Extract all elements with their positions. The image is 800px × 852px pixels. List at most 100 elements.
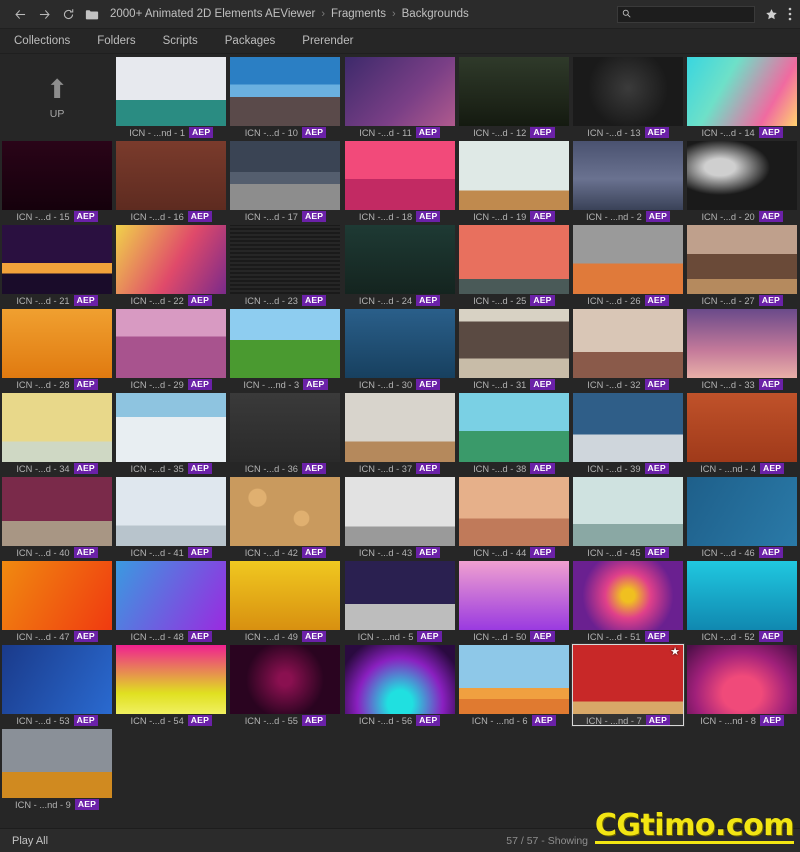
thumbnail-image[interactable]: [573, 225, 684, 294]
thumbnail-image[interactable]: [344, 645, 455, 714]
thumbnail-cell[interactable]: ICN - ...nd - 3 AEP: [228, 307, 342, 391]
thumbnail-cell[interactable]: ICN -...d - 39 AEP: [571, 391, 685, 475]
thumbnail-cell[interactable]: ICN - ...nd - 9 AEP: [0, 727, 114, 811]
thumbnail-image[interactable]: [2, 309, 113, 378]
thumbnail-image[interactable]: [2, 225, 113, 294]
thumbnail-cell[interactable]: ICN -...d - 46 AEP: [685, 475, 799, 559]
thumbnail-cell[interactable]: ICN -...d - 37 AEP: [343, 391, 457, 475]
thumbnail-cell[interactable]: ICN -...d - 26 AEP: [571, 223, 685, 307]
thumbnail-image[interactable]: [230, 477, 341, 546]
thumbnail-cell[interactable]: ICN -...d - 30 AEP: [343, 307, 457, 391]
thumbnail-image[interactable]: [344, 393, 455, 462]
thumbnail-image[interactable]: [230, 393, 341, 462]
thumbnail-cell[interactable]: ICN -...d - 47 AEP: [0, 559, 114, 643]
thumbnail-image[interactable]: [230, 645, 341, 714]
star-filled-icon[interactable]: ★: [670, 647, 680, 658]
thumbnail-image[interactable]: [458, 561, 569, 630]
thumbnail-cell[interactable]: ICN -...d - 38 AEP: [457, 391, 571, 475]
thumbnail-cell[interactable]: ICN -...d - 45 AEP: [571, 475, 685, 559]
thumbnail-image[interactable]: [687, 393, 798, 462]
thumbnail-cell[interactable]: ICN -...d - 53 AEP: [0, 643, 114, 727]
star-icon[interactable]: [765, 8, 778, 21]
thumbnail-cell[interactable]: ICN -...d - 52 AEP: [685, 559, 799, 643]
folder-button[interactable]: [80, 3, 104, 25]
thumbnail-cell[interactable]: ICN -...d - 29 AEP: [114, 307, 228, 391]
thumbnail-cell[interactable]: ICN -...d - 35 AEP: [114, 391, 228, 475]
thumbnail-cell[interactable]: ICN -...d - 54 AEP: [114, 643, 228, 727]
thumbnail-cell[interactable]: ICN -...d - 49 AEP: [228, 559, 342, 643]
thumbnail-cell[interactable]: ★ ICN - ...nd - 7 AEP: [570, 643, 686, 727]
thumbnail-cell[interactable]: ICN -...d - 25 AEP: [457, 223, 571, 307]
thumbnail-image[interactable]: [116, 561, 227, 630]
thumbnail-image[interactable]: [2, 561, 113, 630]
thumbnail-cell[interactable]: ICN -...d - 27 AEP: [685, 223, 799, 307]
thumbnail-cell[interactable]: ICN -...d - 36 AEP: [228, 391, 342, 475]
thumbnail-cell[interactable]: ICN -...d - 41 AEP: [114, 475, 228, 559]
thumbnail-image[interactable]: [344, 141, 455, 210]
thumbnail-cell[interactable]: ICN -...d - 56 AEP: [343, 643, 457, 727]
thumbnail-cell[interactable]: ICN -...d - 28 AEP: [0, 307, 114, 391]
thumbnail-image[interactable]: [230, 561, 341, 630]
thumbnail-cell[interactable]: ICN -...d - 42 AEP: [228, 475, 342, 559]
thumbnail-image[interactable]: [230, 225, 341, 294]
thumbnail-image[interactable]: [230, 57, 341, 126]
thumbnail-cell[interactable]: ICN -...d - 32 AEP: [571, 307, 685, 391]
breadcrumb-item-fragments[interactable]: Fragments: [331, 8, 386, 20]
thumbnail-image[interactable]: [458, 141, 569, 210]
thumbnail-cell[interactable]: ICN -...d - 18 AEP: [343, 139, 457, 223]
play-all-button[interactable]: Play All: [12, 835, 48, 847]
back-button[interactable]: [8, 3, 32, 25]
thumbnail-cell[interactable]: ICN -...d - 21 AEP: [0, 223, 114, 307]
thumbnail-cell[interactable]: ICN -...d - 12 AEP: [457, 55, 571, 139]
thumbnail-cell[interactable]: ICN -...d - 20 AEP: [685, 139, 799, 223]
thumbnail-image[interactable]: [687, 225, 798, 294]
thumbnail-image[interactable]: [687, 477, 798, 546]
thumbnail-image[interactable]: [458, 309, 569, 378]
up-cell[interactable]: ⬆ UP: [0, 55, 114, 139]
thumbnail-image[interactable]: [458, 225, 569, 294]
tab-scripts[interactable]: Scripts: [163, 35, 198, 47]
tab-packages[interactable]: Packages: [225, 35, 276, 47]
thumbnail-image[interactable]: [573, 309, 684, 378]
thumbnail-cell[interactable]: ICN -...d - 17 AEP: [228, 139, 342, 223]
thumbnail-image[interactable]: ★: [573, 645, 684, 714]
thumbnail-image[interactable]: [687, 561, 798, 630]
thumbnail-image[interactable]: [687, 141, 798, 210]
thumbnail-image[interactable]: [687, 645, 798, 714]
thumbnail-cell[interactable]: ICN -...d - 10 AEP: [228, 55, 342, 139]
thumbnail-cell[interactable]: ICN - ...nd - 5 AEP: [343, 559, 457, 643]
breadcrumb-item-root[interactable]: 2000+ Animated 2D Elements AEViewer: [110, 8, 315, 20]
thumbnail-cell[interactable]: ICN - ...nd - 8 AEP: [685, 643, 799, 727]
thumbnail-image[interactable]: [458, 57, 569, 126]
thumbnail-image[interactable]: [573, 57, 684, 126]
thumbnail-image[interactable]: [344, 225, 455, 294]
thumbnail-image[interactable]: [458, 393, 569, 462]
search-box[interactable]: [617, 5, 755, 23]
thumbnail-cell[interactable]: ICN -...d - 51 AEP: [571, 559, 685, 643]
thumbnail-cell[interactable]: ICN -...d - 50 AEP: [457, 559, 571, 643]
thumbnail-image[interactable]: [116, 393, 227, 462]
thumbnail-image[interactable]: [2, 393, 113, 462]
thumbnail-image[interactable]: [687, 57, 798, 126]
thumbnail-image[interactable]: [116, 645, 227, 714]
thumbnail-cell[interactable]: ICN -...d - 23 AEP: [228, 223, 342, 307]
thumbnail-cell[interactable]: ICN - ...nd - 4 AEP: [685, 391, 799, 475]
forward-button[interactable]: [32, 3, 56, 25]
thumbnail-cell[interactable]: ICN - ...nd - 1 AEP: [114, 55, 228, 139]
thumbnail-image[interactable]: [2, 141, 113, 210]
vertical-dots-icon[interactable]: [788, 7, 792, 21]
thumbnail-image[interactable]: [344, 561, 455, 630]
thumbnail-image[interactable]: [116, 225, 227, 294]
thumbnail-image[interactable]: [573, 561, 684, 630]
thumbnail-cell[interactable]: ICN -...d - 43 AEP: [343, 475, 457, 559]
tab-prerender[interactable]: Prerender: [302, 35, 353, 47]
thumbnail-image[interactable]: [687, 309, 798, 378]
thumbnail-cell[interactable]: ICN -...d - 19 AEP: [457, 139, 571, 223]
thumbnail-cell[interactable]: ICN -...d - 22 AEP: [114, 223, 228, 307]
thumbnail-image[interactable]: [230, 141, 341, 210]
thumbnail-cell[interactable]: ICN -...d - 40 AEP: [0, 475, 114, 559]
tab-folders[interactable]: Folders: [97, 35, 135, 47]
thumbnail-cell[interactable]: ICN -...d - 24 AEP: [343, 223, 457, 307]
thumbnail-image[interactable]: [573, 477, 684, 546]
thumbnail-image[interactable]: [116, 309, 227, 378]
